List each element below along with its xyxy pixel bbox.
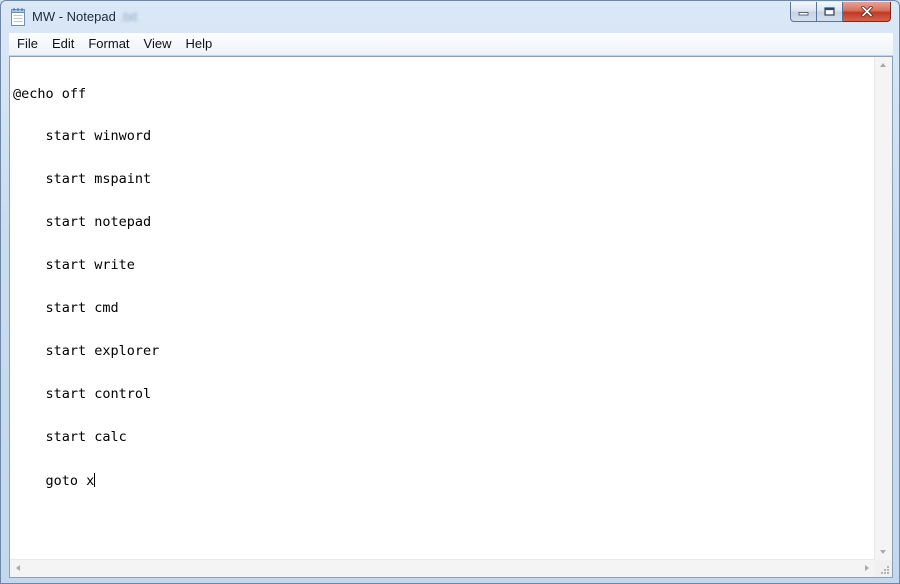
- maximize-icon: [824, 7, 835, 16]
- text-line: start mspaint: [13, 171, 152, 188]
- scroll-up-arrow-icon[interactable]: [880, 63, 886, 67]
- notepad-icon[interactable]: [11, 8, 25, 26]
- menu-edit[interactable]: Edit: [45, 34, 81, 54]
- caption-buttons: [790, 2, 891, 22]
- notepad-window: MW - Notepad .txt File Edit Format View …: [0, 0, 900, 584]
- horizontal-scrollbar[interactable]: [10, 559, 875, 577]
- text-line: start calc: [13, 428, 127, 445]
- maximize-button[interactable]: [817, 2, 843, 22]
- scroll-right-arrow-icon[interactable]: [865, 565, 869, 571]
- resize-grip-icon[interactable]: [879, 564, 890, 575]
- menu-help[interactable]: Help: [178, 34, 219, 54]
- text-content[interactable]: @echo off start winword start mspaint st…: [13, 58, 874, 559]
- minimize-button[interactable]: [790, 2, 817, 22]
- text-caret: [94, 472, 96, 487]
- text-line: start winword: [13, 128, 152, 145]
- menu-view[interactable]: View: [137, 34, 179, 54]
- title-bar[interactable]: MW - Notepad .txt: [1, 1, 899, 33]
- text-line: start cmd: [13, 300, 119, 317]
- menu-file[interactable]: File: [9, 34, 45, 54]
- menu-bar: File Edit Format View Help: [9, 33, 893, 56]
- close-icon: [860, 6, 873, 17]
- scroll-down-arrow-icon[interactable]: [880, 550, 886, 554]
- text-line: @echo off: [13, 85, 87, 102]
- text-line-last-content: goto x: [13, 472, 95, 489]
- text-line: start control: [13, 385, 152, 402]
- text-line: start notepad: [13, 214, 152, 231]
- window-title: MW - Notepad .txt: [32, 9, 137, 24]
- scrollbar-corner: [875, 560, 892, 577]
- minimize-icon: [798, 11, 809, 15]
- close-button[interactable]: [843, 2, 891, 22]
- scroll-left-arrow-icon[interactable]: [16, 565, 20, 571]
- text-editor[interactable]: @echo off start winword start mspaint st…: [9, 56, 893, 578]
- text-line: start explorer: [13, 342, 160, 359]
- text-line-last: goto x: [13, 472, 874, 489]
- vertical-scrollbar[interactable]: [874, 57, 892, 560]
- menu-format[interactable]: Format: [81, 34, 136, 54]
- window-title-blurred-suffix: .txt: [119, 9, 138, 24]
- window-title-label: MW - Notepad: [32, 9, 116, 24]
- text-line: start write: [13, 257, 135, 274]
